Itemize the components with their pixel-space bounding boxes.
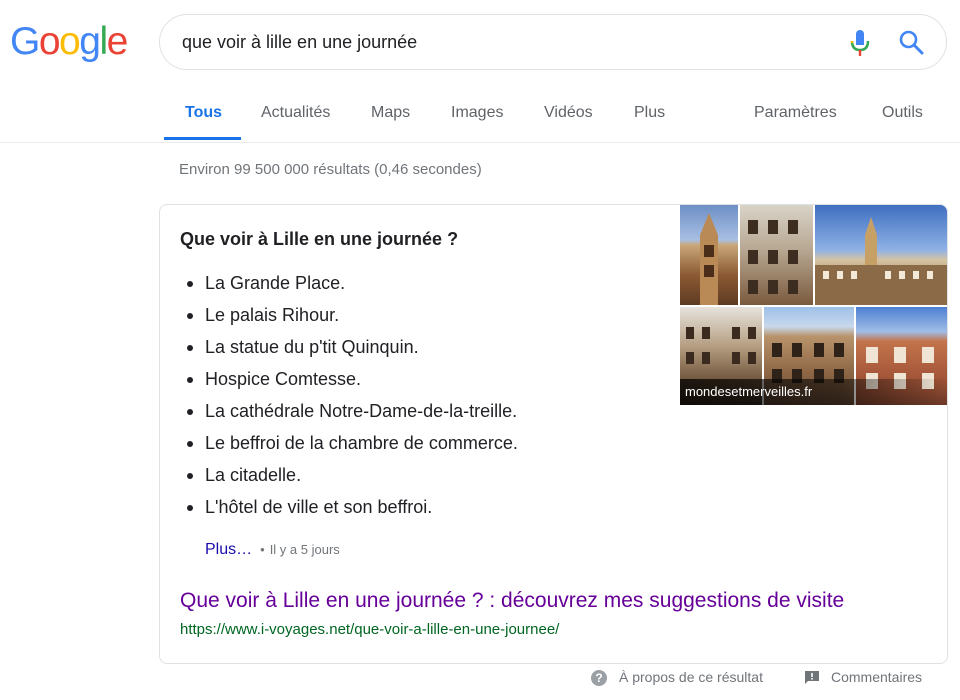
more-link[interactable]: Plus… bbox=[205, 541, 252, 558]
image-collage[interactable]: mondesetmerveilles.fr bbox=[680, 205, 947, 405]
logo-letter: o bbox=[38, 20, 61, 63]
logo-letter: g bbox=[79, 20, 101, 63]
logo-letter: l bbox=[99, 20, 108, 63]
tab-videos[interactable]: Vidéos bbox=[544, 104, 593, 122]
tab-maps[interactable]: Maps bbox=[371, 104, 410, 122]
help-icon[interactable]: ? bbox=[591, 670, 607, 686]
snippet-title: Que voir à Lille en une journée ? bbox=[180, 229, 459, 249]
snippet-list: La Grande Place. Le palais Rihour. La st… bbox=[180, 267, 518, 523]
feedback-link[interactable]: Commentaires bbox=[831, 669, 922, 685]
logo-letter: G bbox=[10, 20, 40, 63]
image-source-caption: mondesetmerveilles.fr bbox=[680, 379, 947, 405]
feedback-icon[interactable] bbox=[805, 671, 819, 684]
search-tabs: Tous Actualités Maps Images Vidéos Plus … bbox=[0, 92, 960, 143]
tab-plus[interactable]: Plus bbox=[634, 104, 665, 122]
search-icon[interactable] bbox=[898, 29, 924, 55]
search-input[interactable] bbox=[182, 27, 822, 57]
about-result-link[interactable]: À propos de ce résultat bbox=[619, 669, 763, 685]
result-url: https://www.i-voyages.net/que-voir-a-lil… bbox=[180, 621, 560, 638]
google-logo[interactable]: Google bbox=[10, 20, 129, 63]
tab-tous[interactable]: Tous bbox=[185, 104, 222, 122]
result-stats: Environ 99 500 000 résultats (0,46 secon… bbox=[179, 161, 482, 178]
more-row: Plus… • Il y a 5 jours bbox=[205, 541, 340, 559]
photo-belfry bbox=[680, 205, 738, 305]
active-tab-indicator bbox=[164, 137, 241, 140]
list-item: La statue du p'tit Quinquin. bbox=[180, 331, 518, 363]
list-item: Le palais Rihour. bbox=[180, 299, 518, 331]
tab-parametres[interactable]: Paramètres bbox=[754, 104, 837, 122]
list-item: La cathédrale Notre-Dame-de-la-treille. bbox=[180, 395, 518, 427]
list-item: La citadelle. bbox=[180, 459, 518, 491]
photo-grand-place bbox=[815, 205, 947, 305]
result-title-link[interactable]: Que voir à Lille en une journée ? : déco… bbox=[180, 589, 844, 613]
photo-facade bbox=[740, 205, 813, 305]
tab-actualites[interactable]: Actualités bbox=[261, 104, 330, 122]
logo-letter: e bbox=[106, 20, 129, 63]
snippet-date: Il y a 5 jours bbox=[269, 542, 340, 557]
logo-letter: o bbox=[59, 20, 81, 63]
list-item: La Grande Place. bbox=[180, 267, 518, 299]
mic-icon[interactable] bbox=[848, 29, 872, 57]
list-item: Hospice Comtesse. bbox=[180, 363, 518, 395]
list-item: L'hôtel de ville et son beffroi. bbox=[180, 491, 518, 523]
list-item: Le beffroi de la chambre de commerce. bbox=[180, 427, 518, 459]
separator: • bbox=[260, 542, 265, 557]
search-box bbox=[159, 14, 947, 70]
featured-snippet: Que voir à Lille en une journée ? La Gra… bbox=[159, 204, 948, 664]
tab-outils[interactable]: Outils bbox=[882, 104, 923, 122]
tab-images[interactable]: Images bbox=[451, 104, 503, 122]
